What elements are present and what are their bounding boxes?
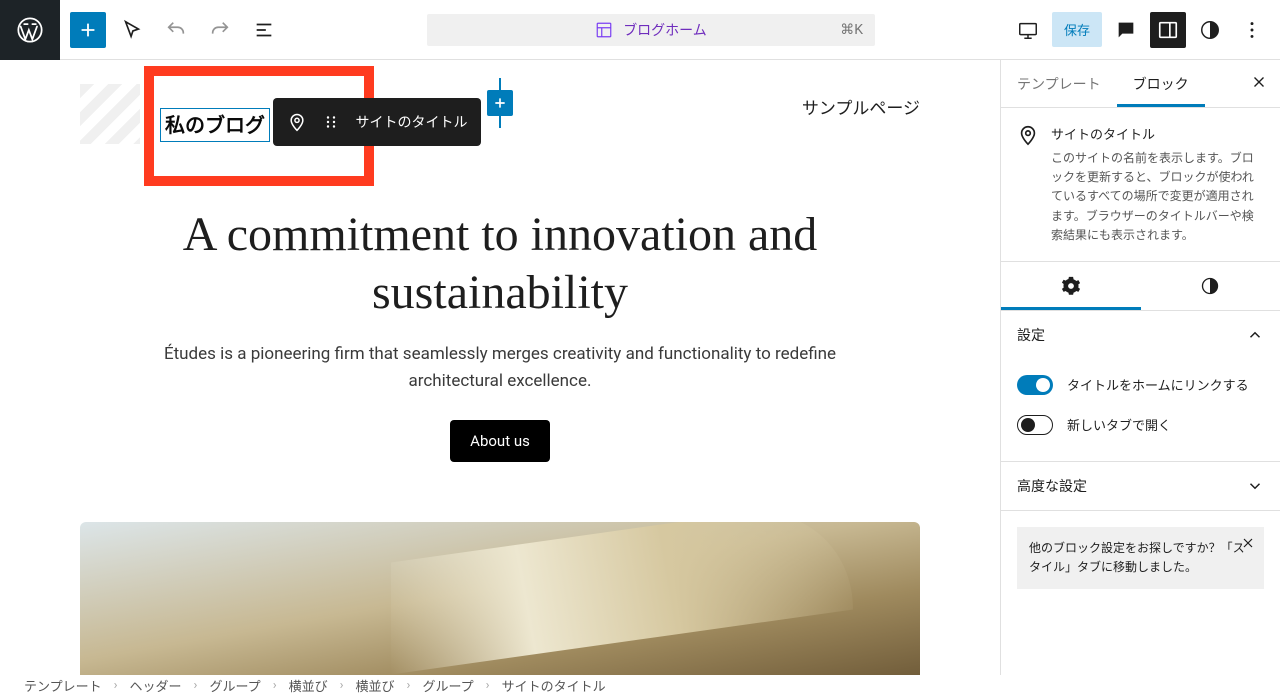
block-info-description: このサイトの名前を表示します。ブロックを更新すると、ブロックが使われているすべて… (1051, 149, 1264, 245)
breadcrumb-item[interactable]: サイトのタイトル (502, 676, 606, 695)
chevron-up-icon (1246, 326, 1264, 344)
subtab-styles[interactable] (1141, 262, 1280, 310)
hero-cta-button[interactable]: About us (450, 420, 550, 462)
hint-text: 他のブロック設定をお探しですか？「スタイル」タブに移動しました。 (1029, 541, 1245, 574)
site-logo-placeholder[interactable] (80, 84, 140, 144)
breadcrumb-separator: › (106, 678, 126, 693)
add-block-inline-button[interactable] (487, 90, 513, 116)
block-info-title: サイトのタイトル (1051, 124, 1264, 143)
breadcrumb-separator: › (265, 678, 285, 693)
breadcrumb-item[interactable]: ヘッダー (130, 676, 182, 695)
save-button[interactable]: 保存 (1052, 12, 1102, 47)
block-toolbar-label: サイトのタイトル (355, 112, 467, 132)
hero-paragraph[interactable]: Études is a pioneering firm that seamles… (120, 341, 880, 395)
subtab-settings[interactable] (1001, 262, 1141, 310)
nav-link-sample[interactable]: サンプルページ (802, 84, 920, 119)
panel-advanced-header[interactable]: 高度な設定 (1001, 462, 1280, 510)
comments-button[interactable] (1108, 12, 1144, 48)
panel-settings-header[interactable]: 設定 (1001, 311, 1280, 359)
breadcrumb-separator: › (332, 678, 352, 693)
view-desktop-button[interactable] (1010, 12, 1046, 48)
hint-close-button[interactable] (1240, 535, 1256, 557)
add-block-button[interactable] (70, 12, 106, 48)
styles-button[interactable] (1192, 12, 1228, 48)
label-link-home: タイトルをホームにリンクする (1067, 375, 1249, 394)
toggle-new-tab[interactable] (1017, 415, 1053, 435)
site-title-block[interactable]: 私のブログ (160, 108, 270, 142)
map-pin-icon[interactable] (287, 112, 307, 132)
doc-title-label: ブログホーム (623, 20, 707, 40)
close-sidebar-button[interactable] (1238, 73, 1280, 95)
command-palette[interactable]: ブログホーム ⌘K (427, 14, 875, 46)
breadcrumb-item[interactable]: グループ (209, 676, 260, 695)
tab-block[interactable]: ブロック (1117, 60, 1205, 107)
breadcrumb-item[interactable]: 横並び (289, 676, 328, 695)
toggle-link-home[interactable] (1017, 375, 1053, 395)
more-options-button[interactable] (1234, 12, 1270, 48)
breadcrumb-separator: › (186, 678, 206, 693)
contrast-icon (1200, 276, 1220, 296)
panel-settings-label: 設定 (1017, 325, 1045, 345)
drag-handle-icon[interactable] (321, 113, 341, 131)
select-tool-button[interactable] (114, 12, 150, 48)
hero-image[interactable] (80, 522, 920, 675)
document-overview-button[interactable] (246, 12, 282, 48)
undo-button[interactable] (158, 12, 194, 48)
hint-box: 他のブロック設定をお探しですか？「スタイル」タブに移動しました。 (1017, 527, 1264, 589)
wordpress-logo[interactable] (0, 0, 60, 60)
chevron-down-icon (1246, 477, 1264, 495)
breadcrumb-item[interactable]: グループ (422, 676, 473, 695)
breadcrumb: テンプレート›ヘッダー›グループ›横並び›横並び›グループ›サイトのタイトル (0, 675, 1280, 695)
block-toolbar[interactable]: サイトのタイトル (273, 98, 481, 146)
settings-sidebar-button[interactable] (1150, 12, 1186, 48)
breadcrumb-separator: › (478, 678, 498, 693)
redo-button[interactable] (202, 12, 238, 48)
template-icon (595, 21, 613, 39)
breadcrumb-item[interactable]: テンプレート (24, 676, 102, 695)
hero-heading[interactable]: A commitment to innovation and sustainab… (120, 206, 880, 321)
breadcrumb-separator: › (399, 678, 419, 693)
map-pin-icon (1017, 124, 1039, 245)
label-new-tab: 新しいタブで開く (1067, 415, 1171, 434)
tab-template[interactable]: テンプレート (1001, 60, 1117, 107)
breadcrumb-item[interactable]: 横並び (356, 676, 395, 695)
gear-icon (1061, 276, 1081, 296)
panel-advanced-label: 高度な設定 (1017, 476, 1087, 496)
kbd-shortcut: ⌘K (840, 22, 863, 38)
